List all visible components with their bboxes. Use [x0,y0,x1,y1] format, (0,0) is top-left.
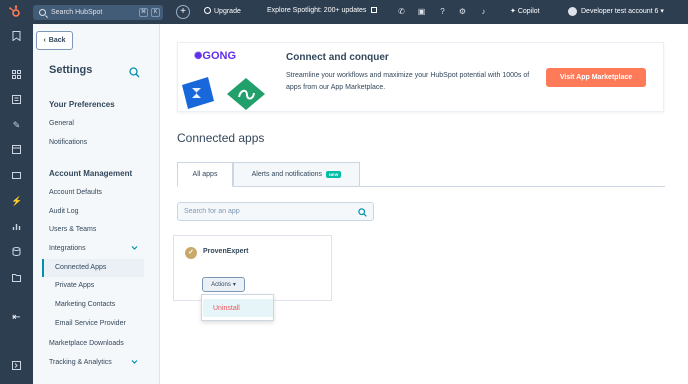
app-name: ProvenExpert [203,248,249,255]
upgrade-label: Upgrade [214,8,241,15]
commerce-icon[interactable] [11,171,22,182]
upgrade-link[interactable]: Upgrade [204,7,241,15]
sidebar-item-account-defaults[interactable]: Account Defaults [49,189,102,196]
settings-gear-icon[interactable]: ⚙ [457,6,468,17]
gong-logo-text: GONG [202,50,237,62]
copilot-label: Copilot [517,8,540,15]
actions-dropdown-button[interactable]: Actions ▾ [202,277,245,292]
automation-icon[interactable]: ⚡ [11,196,22,207]
caret-down-icon: ▾ [232,282,236,288]
provenexpert-logo-icon: ✓ [185,247,197,259]
marketplace-icon[interactable]: ▣ [416,6,427,17]
app-marketplace-banner: ✺GONG Connect and conquer Streamline you… [177,42,664,112]
hubspot-logo-icon[interactable] [8,5,22,19]
command-key-icon: ⌘ [139,8,148,17]
chevron-down-icon[interactable] [131,358,138,365]
library-folder-icon[interactable] [11,273,22,284]
sidebar-item-general[interactable]: General [49,120,74,127]
global-search-placeholder: Search HubSpot [51,9,103,16]
new-badge: NEW [326,171,342,178]
gong-logo: ✺GONG [194,50,236,62]
banner-title: Connect and conquer [286,52,389,63]
sidebar-item-users-teams[interactable]: Users & Teams [49,226,96,233]
bookmark-icon[interactable] [11,31,22,42]
visit-app-marketplace-button[interactable]: Visit App Marketplace [546,68,646,87]
back-label: Back [48,37,66,44]
explore-spotlight-link[interactable]: Explore Spotlight: 200+ updates [267,7,378,14]
sidebar-item-private-apps[interactable]: Private Apps [55,282,94,289]
copilot-button[interactable]: ✦ Copilot [510,7,540,15]
reporting-icon[interactable] [11,222,22,233]
create-plus-button[interactable]: + [176,5,190,19]
avatar[interactable] [568,7,577,16]
banner-description: Streamline your workflows and maximize y… [286,72,530,91]
tab-all-apps-label: All apps [192,171,218,178]
grid-icon[interactable] [11,70,22,81]
sidebar-item-marketplace-downloads[interactable]: Marketplace Downloads [49,340,124,347]
upgrade-icon [204,7,211,14]
search-icon[interactable] [358,208,367,217]
jira-logo-icon [178,75,218,111]
account-menu[interactable]: Developer test account 6 ▾ [581,7,664,15]
marketing-icon[interactable]: ✎ [11,120,22,131]
settings-search-icon[interactable] [129,65,140,78]
contacts-icon[interactable] [11,95,22,106]
tab-all-apps[interactable]: All apps [177,162,233,187]
sidebar-item-integrations[interactable]: Integrations [49,245,86,252]
help-icon[interactable]: ? [437,6,448,17]
tab-bar: All apps Alerts and notifications NEW [177,162,665,187]
sidebar-item-audit-log[interactable]: Audit Log [49,208,79,215]
search-icon [39,9,46,16]
tab-alerts-label: Alerts and notifications [251,171,323,178]
tab-alerts-notifications[interactable]: Alerts and notifications NEW [233,162,360,187]
partner-app-logo-icon [226,77,266,111]
back-button[interactable]: ‹ Back [36,31,73,50]
phone-icon[interactable]: ✆ [396,6,407,17]
top-navigation-bar: Search HubSpot ⌘ K + Upgrade Explore Spo… [0,0,688,24]
k-key-icon: K [151,8,160,17]
global-search-input[interactable]: Search HubSpot ⌘ K [33,5,163,20]
chevron-up-icon[interactable] [131,244,138,251]
collapse-arrow-icon[interactable]: ⇤ [11,312,22,323]
page-title: Connected apps [177,131,265,145]
sparkle-icon: ✦ [510,8,516,15]
section-account-management: Account Management [49,169,133,178]
account-name: Developer test account 6 [581,8,659,15]
actions-label: Actions [211,281,231,288]
sidebar-item-tracking-analytics[interactable]: Tracking & Analytics [49,359,112,366]
notifications-bell-icon[interactable]: ♪ [478,6,489,17]
app-search-input[interactable] [184,208,354,215]
chevron-left-icon: ‹ [43,37,46,44]
sidebar-item-email-service-provider[interactable]: Email Service Provider [55,320,126,327]
data-management-icon[interactable] [11,247,22,258]
external-link-icon [371,7,378,13]
explore-spotlight-label: Explore Spotlight: 200+ updates [267,7,367,14]
menu-item-uninstall[interactable]: Uninstall [203,299,273,317]
sidebar-item-notifications[interactable]: Notifications [49,139,87,146]
chevron-down-icon: ▾ [660,8,664,15]
actions-dropdown-menu: Uninstall [201,294,274,321]
content-icon[interactable] [11,145,22,156]
settings-sidebar: ‹ Back Settings Your Preferences General… [33,24,160,384]
sidebar-item-connected-apps-label: Connected Apps [55,264,107,271]
left-navigation-rail: ✎ ⚡ ⇤ [0,24,33,384]
sidebar-item-marketing-contacts[interactable]: Marketing Contacts [55,301,115,308]
app-card-provenexpert: ✓ ProvenExpert Actions ▾ [173,235,332,301]
app-search-field [177,202,374,221]
section-your-preferences: Your Preferences [49,100,115,109]
expand-sidebar-icon[interactable] [11,361,22,372]
settings-title: Settings [49,64,93,76]
